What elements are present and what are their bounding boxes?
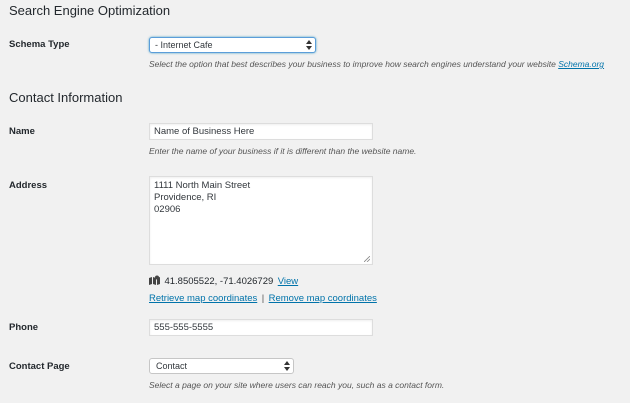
remove-coordinates-link[interactable]: Remove map coordinates — [269, 293, 377, 304]
contact-heading: Contact Information — [9, 90, 123, 105]
address-line: Providence, RI — [154, 192, 217, 203]
name-label: Name — [9, 126, 35, 137]
schema-org-link[interactable]: Schema.org — [558, 59, 604, 69]
schema-type-description: Select the option that best describes yo… — [149, 59, 604, 69]
contact-page-value: Contact — [156, 361, 188, 371]
schema-type-value: - Internet Cafe — [155, 40, 213, 50]
address-label: Address — [9, 180, 48, 191]
address-line: 1111 North Main Street — [154, 180, 251, 191]
phone-label: Phone — [9, 322, 39, 333]
contact-page-description: Select a page on your site where users c… — [149, 380, 445, 390]
schema-type-select[interactable]: - Internet Cafe — [149, 37, 316, 53]
schema-desc-text: Select the option that best describes yo… — [149, 59, 556, 69]
contact-page-select[interactable]: Contact — [149, 358, 294, 374]
name-input[interactable]: Name of Business Here — [149, 123, 373, 140]
schema-type-label: Schema Type — [9, 39, 70, 50]
name-description: Enter the name of your business if it is… — [149, 146, 417, 156]
retrieve-coordinates-link[interactable]: Retrieve map coordinates — [149, 293, 257, 304]
coordinates-value: 41.8505522, -71.4026729 — [164, 276, 274, 287]
address-textarea[interactable]: 1111 North Main Street Providence, RI 02… — [149, 176, 373, 265]
phone-input[interactable]: 555-555-5555 — [149, 319, 373, 336]
map-actions: Retrieve map coordinates | Remove map co… — [149, 288, 377, 306]
map-icon — [149, 275, 160, 285]
coordinates-row: 41.8505522, -71.4026729 View — [149, 271, 298, 289]
contact-page-label: Contact Page — [9, 361, 70, 372]
resize-grip-icon[interactable] — [364, 256, 370, 262]
view-map-link[interactable]: View — [278, 276, 298, 287]
address-line: 02906 — [154, 204, 181, 215]
seo-heading: Search Engine Optimization — [9, 3, 171, 18]
link-separator: | — [261, 293, 265, 304]
updown-arrows-icon — [284, 361, 290, 371]
updown-arrows-icon — [306, 40, 312, 50]
